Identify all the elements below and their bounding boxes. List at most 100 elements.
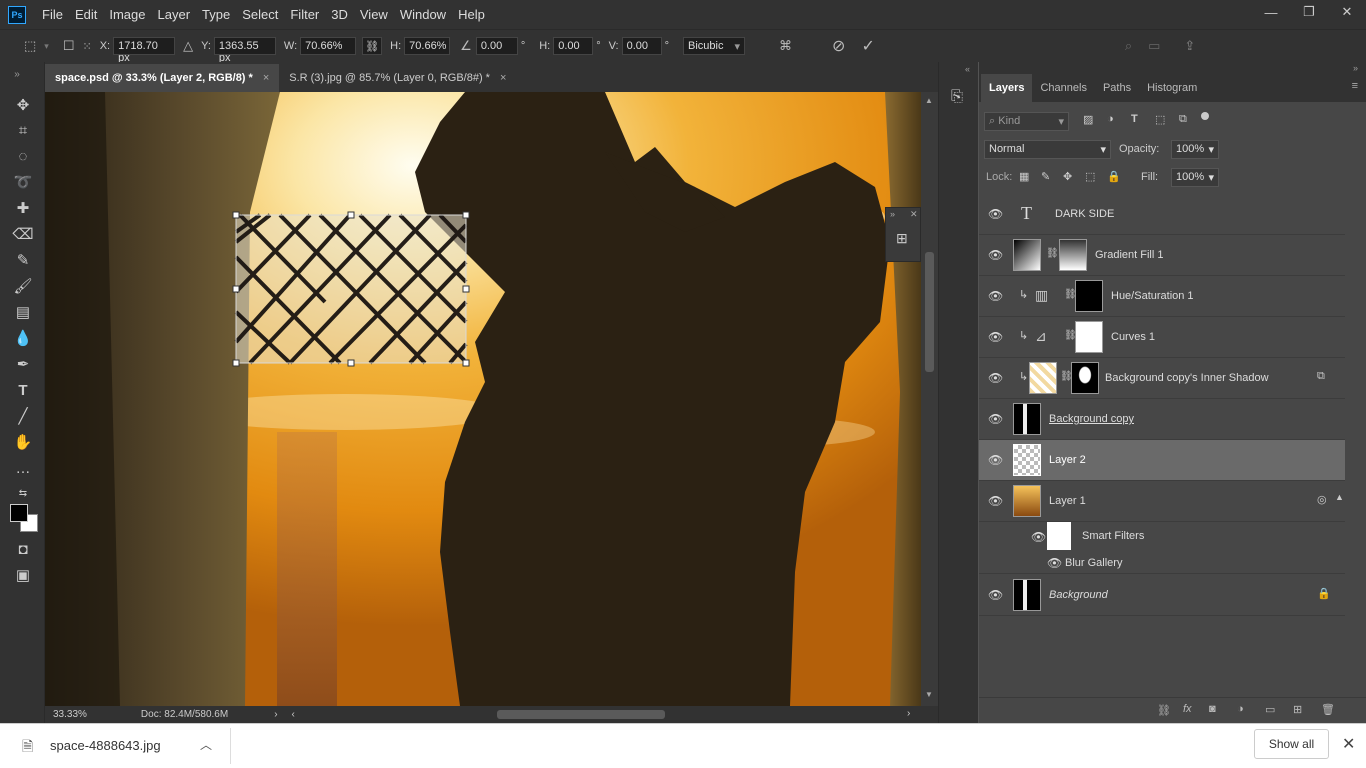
filter-shape-icon[interactable]: ⬚ xyxy=(1155,113,1165,126)
menu-filter[interactable]: Filter xyxy=(284,7,325,22)
close-icon[interactable]: ✕ xyxy=(1342,734,1355,754)
line-tool-icon[interactable]: ╱ xyxy=(12,405,34,427)
adjustment-layer-icon[interactable]: ◑ xyxy=(1237,703,1244,715)
link-icon[interactable]: ⛓ xyxy=(1046,248,1059,259)
healing-brush-icon[interactable]: ✚ xyxy=(12,197,34,219)
share-icon[interactable]: ⇪ xyxy=(1184,38,1195,54)
visibility-eye-icon[interactable]: 👁 xyxy=(988,289,1003,303)
scroll-thumb[interactable] xyxy=(925,252,934,372)
opacity-field[interactable]: 100% ▾ xyxy=(1171,140,1219,159)
blend-mode-select[interactable]: Normal ▾ xyxy=(984,140,1111,159)
tab-space-psd[interactable]: space.psd @ 33.3% (Layer 2, RGB/8) * × xyxy=(45,64,280,92)
history-panel-icon[interactable]: ⎘ xyxy=(951,88,963,105)
menu-type[interactable]: Type xyxy=(196,7,236,22)
link-icon[interactable]: ⛓ xyxy=(362,37,383,55)
brush-tool-icon[interactable]: 🖌 xyxy=(12,275,34,297)
layer-row-layer-1[interactable]: 👁 Layer 1 ◎ ▲ xyxy=(979,481,1345,522)
scroll-left-icon[interactable]: ‹ xyxy=(292,709,295,720)
filter-adjustment-icon[interactable]: ◑ xyxy=(1107,113,1114,125)
layer-row-hue-saturation[interactable]: 👁 ↳ ▥ ⛓ Hue/Saturation 1 xyxy=(979,276,1345,317)
status-menu-icon[interactable]: › xyxy=(274,709,277,720)
menu-layer[interactable]: Layer xyxy=(152,7,197,22)
x-field[interactable]: 1718.70 px xyxy=(113,37,176,64)
width-field[interactable]: 70.66% xyxy=(300,37,357,55)
swap-colors-icon[interactable]: ⇆ xyxy=(12,482,34,504)
lock-transparent-icon[interactable]: ▦ xyxy=(1019,170,1029,183)
search-icon[interactable]: ⌕ xyxy=(1125,38,1132,54)
layer-row-dark-side[interactable]: 👁 T DARK SIDE xyxy=(979,194,1345,235)
ellipse-marquee-icon[interactable]: ◌ xyxy=(12,145,34,167)
hand-tool-icon[interactable]: ✋ xyxy=(12,431,34,453)
menu-3d[interactable]: 3D xyxy=(325,7,354,22)
lock-move-icon[interactable]: ✥ xyxy=(1063,170,1072,183)
lock-artboard-icon[interactable]: ⬚ xyxy=(1085,170,1095,183)
fill-field[interactable]: 100% ▾ xyxy=(1171,168,1219,187)
menu-window[interactable]: Window xyxy=(394,7,452,22)
layer-row-background-copy[interactable]: 👁 Background copy xyxy=(979,399,1345,440)
close-icon[interactable]: × xyxy=(263,72,269,84)
layer-row-background[interactable]: 👁 Background 🔒 xyxy=(979,575,1345,616)
interpolation-select[interactable]: Bicubic ▾ xyxy=(683,37,746,55)
horizontal-scroll-thumb[interactable] xyxy=(497,710,665,719)
vskew-field[interactable]: 0.00 xyxy=(621,37,662,55)
visibility-eye-icon[interactable]: 👁 xyxy=(988,494,1003,508)
smart-filters-row[interactable]: 👁 Smart Filters xyxy=(979,522,1345,550)
fx-icon[interactable]: fx xyxy=(1183,703,1192,715)
document-canvas[interactable] xyxy=(45,92,921,706)
vertical-scrollbar[interactable]: ▲ ▼ xyxy=(921,92,938,706)
menu-view[interactable]: View xyxy=(354,7,394,22)
pen-tool-icon[interactable]: ✒ xyxy=(12,353,34,375)
close-icon[interactable]: ✕ xyxy=(1328,0,1366,24)
gradient-tool-icon[interactable]: ▤ xyxy=(12,301,34,323)
screen-mode-icon[interactable]: ▣ xyxy=(12,564,34,586)
tab-paths[interactable]: Paths xyxy=(1095,74,1139,102)
layer-row-gradient-fill[interactable]: 👁 ⛓ Gradient Fill 1 xyxy=(979,235,1345,276)
scroll-down-icon[interactable]: ▼ xyxy=(925,690,933,699)
more-tools-icon[interactable]: … xyxy=(12,457,34,479)
scroll-up-icon[interactable]: ▲ xyxy=(925,96,933,105)
filter-smartobject-icon[interactable]: ⧉ xyxy=(1179,113,1187,126)
angle-field[interactable]: 0.00 xyxy=(475,37,518,55)
blur-tool-icon[interactable]: 💧 xyxy=(12,327,34,349)
menu-edit[interactable]: Edit xyxy=(69,7,103,22)
y-field[interactable]: 1363.55 px xyxy=(213,37,276,64)
layer-row-curves[interactable]: 👁 ↳ ⊿ ⛓ Curves 1 xyxy=(979,317,1345,358)
chevron-up-icon[interactable]: ︿ xyxy=(200,736,212,753)
blur-gallery-row[interactable]: 👁 Blur Gallery xyxy=(979,552,1345,574)
zoom-level[interactable]: 33.33% xyxy=(53,709,87,720)
height-field[interactable]: 70.66% xyxy=(404,37,451,55)
visibility-eye-icon[interactable]: 👁 xyxy=(1047,556,1062,570)
properties-icon[interactable]: ⊞ xyxy=(896,230,908,247)
move-tool-icon[interactable]: ✥ xyxy=(12,94,34,116)
collapse-icon[interactable]: » xyxy=(1353,63,1358,73)
visibility-eye-icon[interactable]: 👁 xyxy=(1031,530,1046,544)
visibility-eye-icon[interactable]: 👁 xyxy=(988,248,1003,262)
cancel-transform-icon[interactable]: ⊘ xyxy=(832,36,845,56)
tab-layers[interactable]: Layers xyxy=(981,74,1033,102)
layer-row-layer-2[interactable]: 👁 Layer 2 xyxy=(979,440,1345,481)
maximize-icon[interactable]: ❐ xyxy=(1290,0,1328,24)
lasso-tool-icon[interactable]: ➰ xyxy=(12,171,34,193)
type-tool-icon[interactable]: T xyxy=(12,379,34,401)
visibility-eye-icon[interactable]: 👁 xyxy=(988,588,1003,602)
quick-mask-icon[interactable]: ◘ xyxy=(12,538,34,560)
chevron-down-icon[interactable]: ▾ xyxy=(44,41,49,52)
new-layer-icon[interactable]: ⊞ xyxy=(1293,703,1302,716)
tab-channels[interactable]: Channels xyxy=(1032,74,1094,102)
canvas-area[interactable]: ▲ ▼ » ✕ ⊞ xyxy=(45,92,938,706)
expand-panel-icon[interactable]: » xyxy=(6,63,28,85)
eraser-tool-icon[interactable]: ⌫ xyxy=(12,223,34,245)
reference-point-checkbox[interactable]: ☐ xyxy=(63,38,75,54)
menu-image[interactable]: Image xyxy=(103,7,151,22)
hskew-field[interactable]: 0.00 xyxy=(553,37,594,55)
download-filename[interactable]: space-4888643.jpg xyxy=(50,738,161,753)
warp-icon[interactable]: ⌘ xyxy=(779,38,792,54)
new-group-icon[interactable]: ▭ xyxy=(1265,703,1275,716)
layer-row-inner-shadow[interactable]: 👁 ↳ ⛓ Background copy's Inner Shadow ⧉ xyxy=(979,358,1345,399)
kind-filter-select[interactable]: ⌕ Kind ▾ xyxy=(984,112,1069,131)
collapse-icon[interactable]: « xyxy=(965,64,970,74)
trash-icon[interactable]: 🗑 xyxy=(1321,703,1335,716)
close-icon[interactable]: ✕ xyxy=(910,209,918,220)
relative-position-icon[interactable]: △ xyxy=(183,38,193,54)
minimize-icon[interactable]: — xyxy=(1252,0,1290,24)
